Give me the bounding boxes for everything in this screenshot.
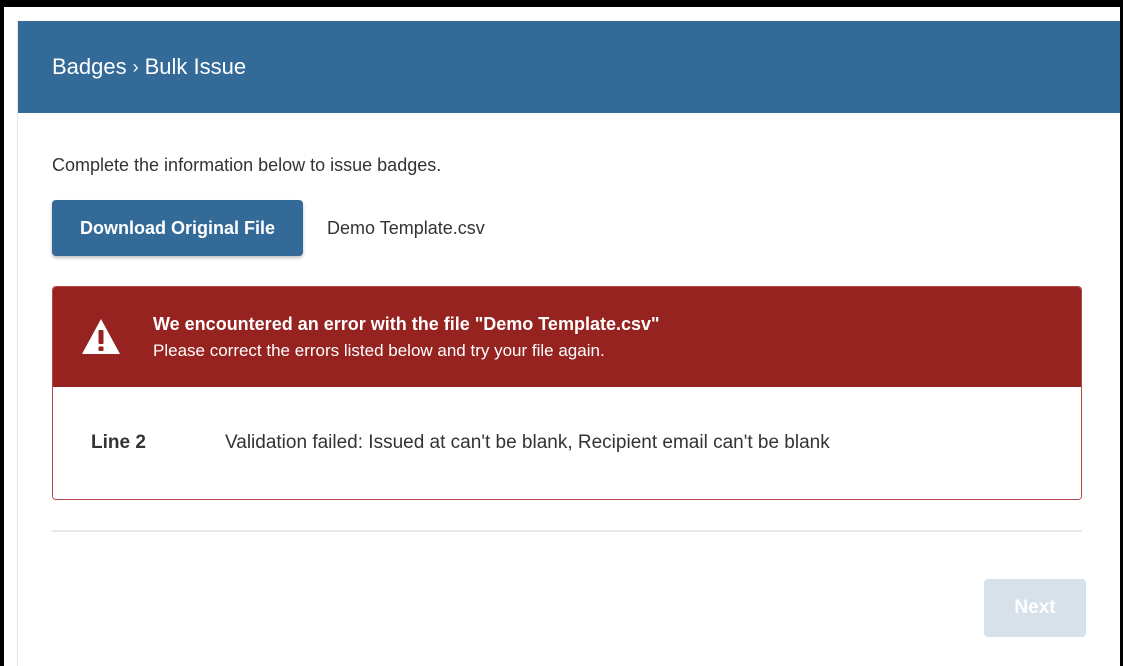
breadcrumb-current: Bulk Issue: [144, 54, 247, 79]
breadcrumb: Badges › Bulk Issue: [52, 54, 246, 80]
error-texts: We encountered an error with the file "D…: [153, 314, 660, 361]
error-line-number: Line 2: [91, 432, 146, 453]
bulk-issue-panel: Badges › Bulk Issue Complete the informa…: [17, 21, 1120, 666]
page-header: Badges › Bulk Issue: [18, 21, 1120, 113]
download-original-file-button[interactable]: Download Original File: [52, 200, 304, 256]
file-name: Demo Template.csv: [327, 217, 485, 238]
error-message: Validation failed: Issued at can't be bl…: [225, 432, 830, 453]
divider: [52, 530, 1082, 532]
error-alert: We encountered an error with the file "D…: [52, 286, 1082, 500]
error-alert-header: We encountered an error with the file "D…: [53, 287, 1081, 387]
breadcrumb-parent[interactable]: Badges: [52, 54, 127, 80]
download-row: Download Original File Demo Template.csv: [52, 200, 1087, 256]
next-button[interactable]: Next: [984, 579, 1086, 637]
main-content: Complete the information below to issue …: [18, 155, 1120, 532]
error-title: We encountered an error with the file "D…: [153, 313, 660, 334]
intro-text: Complete the information below to issue …: [52, 155, 442, 175]
error-list-item: Line 2 Validation failed: Issued at can'…: [53, 387, 1081, 499]
breadcrumb-separator-icon: ›: [132, 56, 139, 77]
warning-icon: [82, 319, 120, 354]
screenshot-frame: Badges › Bulk Issue Complete the informa…: [0, 0, 1123, 666]
error-subtitle: Please correct the errors listed below a…: [153, 340, 605, 360]
